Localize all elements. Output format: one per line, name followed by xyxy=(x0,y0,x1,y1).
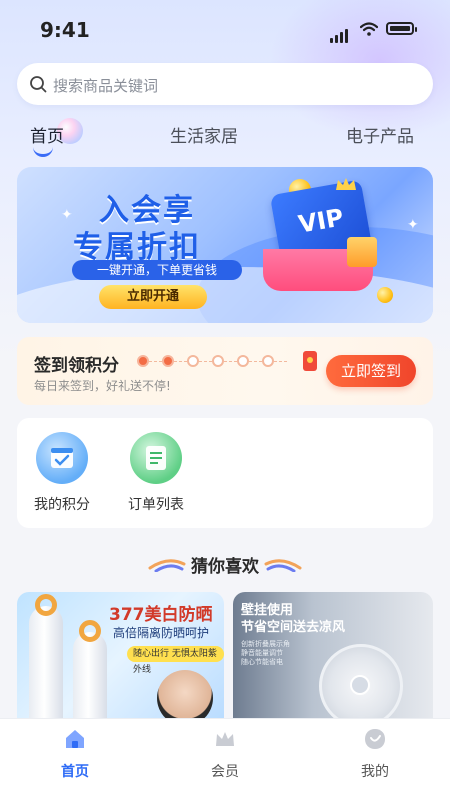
order-list-label: 订单列表 xyxy=(128,497,184,513)
status-time: 9:41 xyxy=(40,18,90,42)
crown-icon xyxy=(336,178,356,190)
product-headline: 壁挂使用 节省空间送去凉风 xyxy=(241,603,346,635)
tab-electronics[interactable]: 电子产品 xyxy=(346,122,414,147)
battery-icon xyxy=(386,22,417,35)
signin-title: 签到领积分 xyxy=(34,356,119,376)
nav-member-label: 会员 xyxy=(211,764,239,780)
progress-connector xyxy=(174,361,187,363)
product-tag: 随心出行 无惧太阳紫外线 xyxy=(127,646,224,675)
sparkle-icon: ✦ xyxy=(61,207,73,223)
signin-day-dot xyxy=(262,355,274,367)
section-header: 猜你喜欢 xyxy=(0,552,450,578)
vip-banner[interactable]: ✦ ✦ 入会享 专属折扣 一键开通，下单更省钱 立即开通 VIP xyxy=(17,167,433,323)
my-points-item[interactable]: 我的积分 xyxy=(22,432,102,514)
product-card-sunscreen[interactable]: 377美白防晒 高倍隔离防晒呵护 随心出行 无惧太阳紫外线 xyxy=(17,592,224,720)
calendar-check-icon xyxy=(36,432,88,484)
nav-mine[interactable]: 我的 xyxy=(325,727,425,781)
sunscreen-bottle-image xyxy=(73,632,107,720)
signin-card: 签到领积分 每日来签到，好礼送不停! 立即签到 xyxy=(17,337,433,405)
section-title: 猜你喜欢 xyxy=(191,557,259,577)
coin-icon xyxy=(377,287,393,303)
red-envelope-icon xyxy=(303,351,317,371)
search-placeholder: 搜索商品关键词 xyxy=(53,77,159,95)
nav-home[interactable]: 首页 xyxy=(25,727,125,781)
nav-home-label: 首页 xyxy=(61,764,89,780)
search-icon xyxy=(30,76,47,93)
sunscreen-bottle-image xyxy=(29,606,63,720)
wifi-icon xyxy=(360,22,378,36)
wing-right-icon xyxy=(264,559,302,572)
signin-progress xyxy=(137,355,317,369)
sparkle-icon: ✦ xyxy=(407,217,419,233)
signin-day-dot xyxy=(137,355,149,367)
crown-icon xyxy=(216,732,234,746)
progress-connector xyxy=(224,361,237,363)
profile-icon xyxy=(365,729,385,749)
wall-fan-image xyxy=(319,644,403,720)
search-bar[interactable]: 搜索商品关键词 xyxy=(17,63,433,105)
quick-actions: 我的积分 订单列表 xyxy=(17,418,433,528)
nav-mine-label: 我的 xyxy=(361,764,389,780)
model-photo xyxy=(157,670,213,720)
signal-icon xyxy=(330,24,350,43)
gift-icon xyxy=(347,237,377,267)
wing-left-icon xyxy=(148,559,186,572)
bottom-navigation: 首页 会员 我的 xyxy=(0,718,450,801)
progress-connector xyxy=(249,361,262,363)
signin-day-dot xyxy=(162,355,174,367)
status-bar: 9:41 xyxy=(0,0,450,56)
product-subline: 高倍隔离防晒呵护 xyxy=(113,626,210,640)
signin-day-dot xyxy=(212,355,224,367)
order-list-icon xyxy=(130,432,182,484)
product-detail: 创新折叠展示角 静音能量调节 随心节能省电 xyxy=(241,640,290,666)
progress-connector xyxy=(274,361,287,363)
progress-connector xyxy=(149,361,162,363)
open-membership-button[interactable]: 立即开通 xyxy=(99,285,207,309)
nav-member[interactable]: 会员 xyxy=(175,727,275,781)
signin-button[interactable]: 立即签到 xyxy=(326,355,416,387)
product-headline: 377美白防晒 xyxy=(109,605,213,625)
signin-day-dot xyxy=(187,355,199,367)
tab-home-living[interactable]: 生活家居 xyxy=(170,122,238,147)
product-card-fan[interactable]: 壁挂使用 节省空间送去凉风 创新折叠展示角 静音能量调节 随心节能省电 xyxy=(233,592,433,720)
home-icon xyxy=(66,730,84,748)
progress-connector xyxy=(199,361,212,363)
tab-home[interactable]: 首页 xyxy=(30,122,64,147)
category-tabs: 首页 生活家居 电子产品 xyxy=(0,118,450,157)
signin-subtitle: 每日来签到，好礼送不停! xyxy=(34,379,171,393)
my-points-label: 我的积分 xyxy=(34,497,90,513)
order-list-item[interactable]: 订单列表 xyxy=(116,432,196,514)
signin-day-dot xyxy=(237,355,249,367)
banner-tagline: 一键开通，下单更省钱 xyxy=(72,260,242,280)
